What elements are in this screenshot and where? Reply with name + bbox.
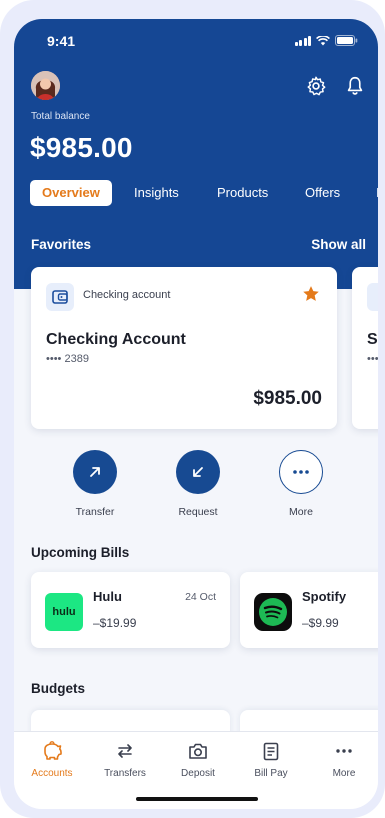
- tab-offers[interactable]: Offers: [305, 180, 340, 206]
- transfer-action[interactable]: Transfer: [60, 450, 130, 518]
- nav-accounts-label: Accounts: [31, 768, 73, 779]
- gear-icon[interactable]: [305, 75, 327, 97]
- favorites-title: Favorites: [31, 237, 92, 252]
- nav-transfers-label: Transfers: [104, 768, 146, 779]
- request-action[interactable]: Request: [163, 450, 233, 518]
- upcoming-bills-title: Upcoming Bills: [31, 545, 130, 560]
- nav-bill-pay[interactable]: Bill Pay: [239, 740, 303, 779]
- account-balance: $985.00: [253, 388, 322, 409]
- bill-card-hulu[interactable]: hulu Hulu –$19.99 24 Oct: [31, 572, 230, 648]
- nav-deposit-label: Deposit: [181, 768, 215, 779]
- bill-name: Hulu: [93, 589, 122, 604]
- budgets-title: Budgets: [31, 681, 85, 696]
- star-icon[interactable]: [301, 284, 321, 304]
- more-dots-icon: [293, 470, 309, 474]
- arrow-down-left-icon: [193, 467, 203, 477]
- peek-account-name: Sa: [367, 331, 378, 348]
- bill-amount: –$9.99: [302, 616, 339, 630]
- tab-partial[interactable]: I: [376, 180, 378, 206]
- app-screen: 9:41 Total balance $985.00 Overview Insi…: [14, 19, 378, 809]
- show-all-link[interactable]: Show all: [311, 237, 366, 252]
- status-bar: 9:41: [14, 19, 378, 63]
- avatar[interactable]: [31, 71, 60, 100]
- bill-date: 24 Oct: [185, 591, 216, 603]
- account-icon: [367, 283, 378, 311]
- nav-deposit[interactable]: Deposit: [166, 740, 230, 779]
- checking-account-card[interactable]: Checking account Checking Account •••• 2…: [31, 267, 337, 429]
- total-balance-amount: $985.00: [30, 132, 133, 163]
- hulu-logo: hulu: [45, 593, 83, 631]
- tab-bar: Overview Insights Products Offers I: [30, 180, 378, 206]
- status-icons: [294, 35, 359, 46]
- document-icon: [263, 742, 279, 760]
- account-number: •••• 2389: [46, 353, 89, 365]
- request-button[interactable]: [176, 450, 220, 494]
- tab-insights[interactable]: Insights: [134, 180, 179, 206]
- bill-card-spotify[interactable]: Spotify –$9.99: [240, 572, 378, 648]
- more-action[interactable]: More: [266, 450, 336, 518]
- signal-icon: [294, 35, 311, 46]
- total-balance-label: Total balance: [31, 111, 90, 122]
- nav-bill-pay-label: Bill Pay: [254, 768, 288, 779]
- request-label: Request: [178, 506, 218, 518]
- more-dots-icon: [336, 749, 352, 753]
- nav-transfers[interactable]: Transfers: [93, 740, 157, 779]
- transfer-button[interactable]: [73, 450, 117, 494]
- wallet-icon: [46, 283, 74, 311]
- tab-overview[interactable]: Overview: [30, 180, 112, 206]
- wifi-icon: [316, 35, 330, 45]
- nav-more-label: More: [332, 768, 356, 779]
- transfer-label: Transfer: [75, 506, 115, 518]
- bill-amount: –$19.99: [93, 616, 137, 630]
- piggy-bank-icon: [44, 741, 62, 760]
- bill-name: Spotify: [302, 589, 347, 604]
- status-time: 9:41: [47, 33, 76, 49]
- more-label: More: [289, 506, 313, 518]
- battery-icon: [335, 35, 358, 46]
- arrow-up-right-icon: [90, 467, 100, 477]
- nav-accounts[interactable]: Accounts: [20, 740, 84, 779]
- camera-icon: [189, 743, 207, 759]
- swap-arrows-icon: [118, 744, 132, 758]
- nav-more[interactable]: More: [312, 740, 376, 779]
- account-type-label: Checking account: [83, 289, 171, 301]
- spotify-logo: [254, 593, 292, 631]
- tab-products[interactable]: Products: [217, 180, 268, 206]
- home-indicator[interactable]: [136, 797, 258, 801]
- savings-account-card-partial[interactable]: Sa ••••: [352, 267, 378, 429]
- account-name: Checking Account: [46, 331, 186, 348]
- device-frame: 9:41 Total balance $985.00 Overview Insi…: [0, 0, 385, 818]
- more-button[interactable]: [279, 450, 323, 494]
- bell-icon[interactable]: [344, 75, 366, 97]
- peek-account-number: ••••: [367, 353, 378, 365]
